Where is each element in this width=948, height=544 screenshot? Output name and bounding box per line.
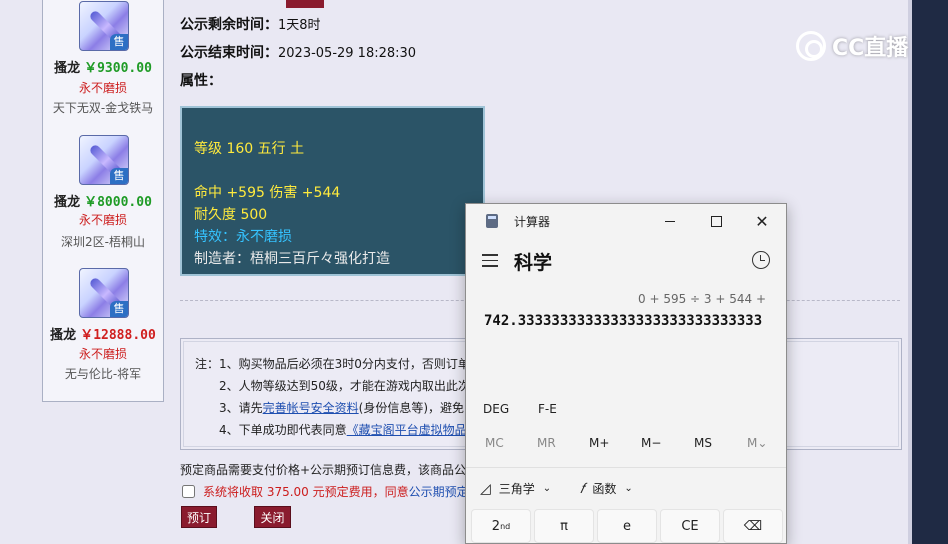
remaining-time-row: 公示剩余时间：1天8时 [180,14,321,34]
item-price[interactable]: ￥9300.00 [84,61,152,76]
calculator-mode: 科学 [514,252,553,274]
agree-checkbox[interactable] [182,485,195,498]
reserve-button[interactable]: 预订 [181,506,217,528]
agree-row: 系统将收取 375.00 元预定费用，同意 公示期预定服 [182,483,481,500]
watermark-text: CC直播 [832,36,909,61]
top-button[interactable] [286,0,324,8]
m-plus-button[interactable]: M+ [589,436,609,450]
close-icon: ✕ [755,211,769,231]
prepay-text: 预定商品需要支付价格+公示期预订信息费，该商品公示 [180,463,479,477]
item-seller: 搔龙 [50,328,77,343]
item-server[interactable]: 无与伦比-将军 [43,365,163,382]
trigonometry-dropdown[interactable]: ◿ 三角学 ⌄ [480,480,551,497]
notice-line-2: 2、人物等级达到50级，才能在游戏内取出此次 [219,379,470,393]
item-server[interactable]: 天下无双-金戈铁马 [43,99,163,116]
close-window-button[interactable]: ✕ [739,204,785,238]
attr-hit-damage: 命中 +595 伤害 +544 [194,185,341,201]
calculator-result: 742.33333333333333333333333333333 [484,313,763,329]
pi-key[interactable]: π [534,509,594,543]
watermark: CC直播 [796,30,908,62]
item-price[interactable]: ￥12888.00 [80,328,156,343]
triangle-icon: ◿ [480,480,491,497]
attributes-panel: 等级 160 五行 土 命中 +595 伤害 +544 耐久度 500 特效：永… [180,106,485,276]
watermark-logo-icon [796,31,826,61]
deg-button[interactable]: DEG [483,402,509,416]
end-time-row: 公示结束时间：2023-05-29 18:28:30 [180,42,416,62]
attr-spacer [194,160,471,182]
chevron-down-icon: ⌄ [542,483,552,494]
right-dark-strip [912,0,948,544]
maximize-button[interactable] [693,204,739,238]
mr-button[interactable]: MR [537,436,556,450]
attr-durability: 耐久度 500 [194,207,268,223]
function-label: 函数 [592,482,617,496]
item-wear: 永不磨损 [78,81,127,95]
sell-badge: 售 [110,168,128,184]
item-price-row: 搔龙 ￥12888.00 [43,324,163,343]
item-price[interactable]: ￥8000.00 [84,195,152,210]
m-minus-button[interactable]: M− [641,436,661,450]
item-seller: 搔龙 [54,61,81,76]
item-price-row: 搔龙 ￥8000.00 [43,191,163,210]
end-time-label: 公示结束时间： [180,45,278,61]
item-wear: 永不磨损 [78,213,127,227]
item-wear: 永不磨损 [78,347,127,361]
attr-level: 等级 160 五行 土 [194,141,305,157]
calculator-expression: 0 + 595 ÷ 3 + 544 + [638,292,766,306]
item-server[interactable]: 深圳2区-梧桐山 [43,233,163,250]
notice-line-3-post: (身份信息等)，避免 [358,401,465,415]
sell-badge: 售 [110,34,128,50]
agree-text: 系统将收取 375.00 元预定费用，同意 [203,485,409,499]
notice-line-4-pre: 4、下单成功即代表同意 [219,423,347,437]
notice-line-1: 注：1、购买物品后必须在3时0分内支付，否则订单 [195,357,470,371]
function-dropdown[interactable]: 𝑓 函数 ⌄ [580,480,633,497]
calculator-title: 计算器 [514,215,551,229]
function-icon: 𝑓 [580,480,585,497]
calculator-divider [466,467,786,468]
hamburger-menu-icon[interactable] [482,254,498,268]
chevron-down-icon: ⌄ [624,483,633,494]
mc-button[interactable]: MC [485,436,504,450]
trigonometry-label: 三角学 [498,482,535,496]
close-button[interactable]: 关闭 [254,506,291,528]
ce-key[interactable]: CE [660,509,720,543]
e-key[interactable]: e [597,509,657,543]
remaining-time-label: 公示剩余时间： [180,17,278,33]
notice-line-3: 3、请先完善帐号安全资料(身份信息等)，避免 [219,399,464,416]
fe-button[interactable]: F-E [538,402,557,416]
attr-maker: 制造者：梧桐三百斤々强化打造 [194,251,390,267]
related-items-list: 售 搔龙 ￥9300.00 永不磨损 天下无双-金戈铁马 售 搔龙 ￥8000.00… [42,0,164,402]
agreement-link[interactable]: 《藏宝阁平台虚拟物品 [347,423,467,437]
ms-button[interactable]: MS [694,436,712,450]
end-time-value: 2023-05-29 18:28:30 [278,46,417,61]
item-price-row: 搔龙 ￥9300.00 [43,57,163,76]
attributes-label: 属性： [180,73,222,89]
second-key[interactable]: 2nd [471,509,531,543]
calculator-app-icon [486,214,498,228]
sell-badge: 售 [110,301,128,317]
calculator-window: 计算器 ✕ 科学 0 + 595 ÷ 3 + 544 + 742.3333333… [465,203,787,544]
item-icon-weapon[interactable]: 售 [79,1,129,51]
notice-line-3-pre: 3、请先 [219,401,263,415]
minimize-button[interactable] [647,204,693,238]
attr-effect: 特效：永不磨损 [194,229,292,245]
remaining-time-value: 1天8时 [278,18,321,33]
item-icon-weapon[interactable]: 售 [79,268,129,318]
notice-line-4: 4、下单成功即代表同意《藏宝阁平台虚拟物品 [219,421,467,438]
history-icon[interactable] [752,251,770,269]
backspace-key[interactable]: ⌫ [723,509,783,543]
memory-dropdown-button[interactable]: M⌄ [747,436,767,450]
calculator-titlebar[interactable]: 计算器 ✕ [466,204,786,238]
account-security-link[interactable]: 完善帐号安全资料 [263,401,359,415]
item-seller: 搔龙 [54,195,81,210]
item-icon-weapon[interactable]: 售 [79,135,129,185]
